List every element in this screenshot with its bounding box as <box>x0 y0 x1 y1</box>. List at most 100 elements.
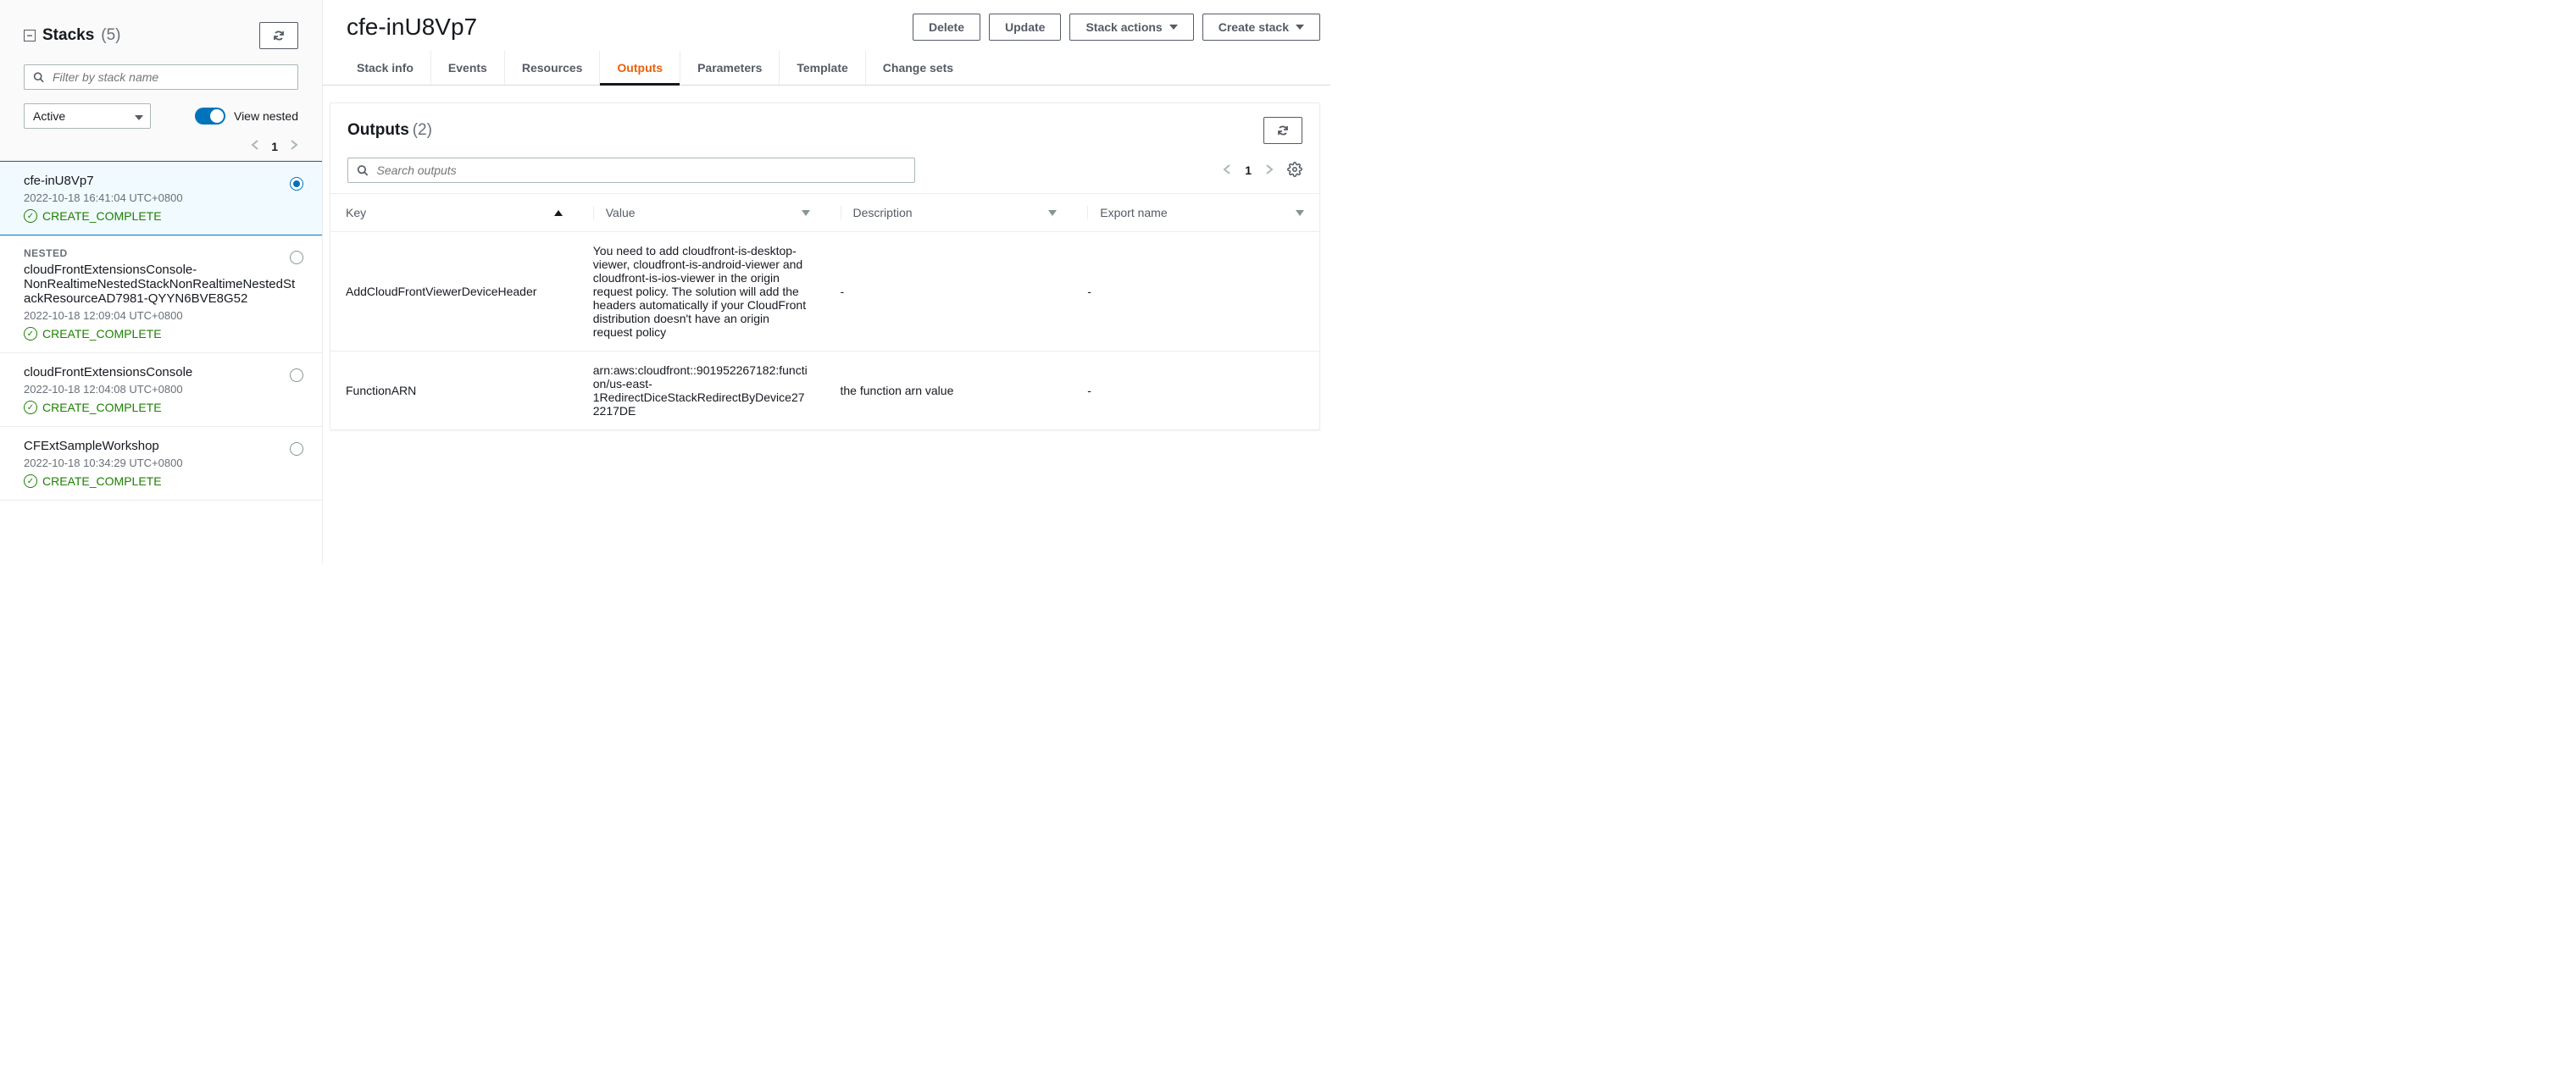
cell-export-name: - <box>1072 352 1319 430</box>
caret-down-icon <box>1169 25 1178 30</box>
stack-radio[interactable] <box>290 177 303 191</box>
tab-label: Events <box>448 61 487 75</box>
panel-filter-row: 1 <box>330 158 1319 193</box>
tab-template[interactable]: Template <box>779 51 864 85</box>
sidebar: − Stacks (5) Active View nested <box>0 0 323 563</box>
col-export-name[interactable]: Export name <box>1072 194 1319 232</box>
col-label: Key <box>346 206 366 219</box>
success-icon: ✓ <box>24 209 37 223</box>
search-icon <box>33 71 44 83</box>
pager-next-icon[interactable] <box>1265 163 1274 178</box>
cell-description: - <box>825 232 1073 352</box>
refresh-button[interactable] <box>259 22 298 49</box>
main: cfe-inU8Vp7 Delete Update Stack actions … <box>323 0 1330 563</box>
sidebar-controls-row: Active View nested <box>0 103 322 139</box>
stack-name: cloudFrontExtensionsConsole <box>24 365 298 379</box>
tab-label: Parameters <box>697 61 762 75</box>
cell-description: the function arn value <box>825 352 1073 430</box>
stack-time: 2022-10-18 12:09:04 UTC+0800 <box>24 309 298 322</box>
stack-status: ✓ CREATE_COMPLETE <box>24 474 298 488</box>
header-actions: Delete Update Stack actions Create stack <box>913 14 1320 41</box>
col-value[interactable]: Value <box>578 194 825 232</box>
sort-icon <box>1048 210 1057 216</box>
update-label: Update <box>1005 20 1045 34</box>
refresh-icon <box>272 29 286 42</box>
sidebar-filter-input[interactable] <box>53 70 289 84</box>
panel-title: Outputs <box>347 121 409 139</box>
create-stack-button[interactable]: Create stack <box>1202 14 1320 41</box>
sort-asc-icon <box>554 210 563 216</box>
stack-item[interactable]: cfe-inU8Vp7 2022-10-18 16:41:04 UTC+0800… <box>0 161 322 235</box>
caret-down-icon <box>135 109 143 123</box>
stack-actions-button[interactable]: Stack actions <box>1069 14 1193 41</box>
col-label: Description <box>853 206 913 219</box>
active-filter-label: Active <box>33 109 65 123</box>
stack-list: cfe-inU8Vp7 2022-10-18 16:41:04 UTC+0800… <box>0 160 322 563</box>
search-icon <box>357 164 369 176</box>
cell-key: AddCloudFrontViewerDeviceHeader <box>330 232 578 352</box>
toggle-thumb <box>210 109 224 123</box>
stack-status: ✓ CREATE_COMPLETE <box>24 327 298 341</box>
delete-label: Delete <box>929 20 964 34</box>
tab-outputs[interactable]: Outputs <box>599 51 680 85</box>
col-label: Value <box>606 206 636 219</box>
sidebar-count: (5) <box>101 26 120 45</box>
stack-status-text: CREATE_COMPLETE <box>42 327 162 341</box>
tab-label: Resources <box>522 61 583 75</box>
caret-down-icon <box>1296 25 1304 30</box>
pager-prev-icon[interactable] <box>1223 163 1231 178</box>
panel-page-number: 1 <box>1245 163 1252 177</box>
stack-status-text: CREATE_COMPLETE <box>42 474 162 488</box>
success-icon: ✓ <box>24 401 37 414</box>
view-nested-toggle-wrap: View nested <box>195 108 298 125</box>
active-filter-select[interactable]: Active <box>24 103 151 129</box>
pager-prev-icon[interactable] <box>251 139 259 153</box>
stack-item[interactable]: NESTED cloudFrontExtensionsConsole-NonRe… <box>0 235 322 353</box>
refresh-icon <box>1276 124 1290 137</box>
gear-icon[interactable] <box>1287 162 1302 180</box>
stack-name: cfe-inU8Vp7 <box>24 174 298 188</box>
page-title: cfe-inU8Vp7 <box>347 14 477 41</box>
stack-radio[interactable] <box>290 368 303 382</box>
stack-radio[interactable] <box>290 251 303 264</box>
tab-label: Stack info <box>357 61 414 75</box>
sidebar-title: Stacks <box>42 26 94 45</box>
cell-value: You need to add cloudfront-is-desktop-vi… <box>578 232 825 352</box>
sidebar-filter-row <box>0 64 322 103</box>
tab-change-sets[interactable]: Change sets <box>865 51 970 85</box>
stack-actions-label: Stack actions <box>1085 20 1162 34</box>
table-row: FunctionARN arn:aws:cloudfront::90195226… <box>330 352 1319 430</box>
panel-pager: 1 <box>1223 162 1302 180</box>
col-key[interactable]: Key <box>330 194 578 232</box>
table-row: AddCloudFrontViewerDeviceHeader You need… <box>330 232 1319 352</box>
main-header: cfe-inU8Vp7 Delete Update Stack actions … <box>323 0 1330 51</box>
cell-value: arn:aws:cloudfront::901952267182:functio… <box>578 352 825 430</box>
view-nested-toggle[interactable] <box>195 108 225 125</box>
outputs-search-input[interactable] <box>377 163 907 177</box>
stack-radio[interactable] <box>290 442 303 456</box>
tab-resources[interactable]: Resources <box>504 51 600 85</box>
success-icon: ✓ <box>24 474 37 488</box>
tab-parameters[interactable]: Parameters <box>680 51 779 85</box>
tabs: Stack info Events Resources Outputs Para… <box>323 51 1330 86</box>
col-description[interactable]: Description <box>825 194 1073 232</box>
sidebar-page-number: 1 <box>271 140 278 153</box>
collapse-icon[interactable]: − <box>24 30 36 42</box>
update-button[interactable]: Update <box>989 14 1061 41</box>
tab-stack-info[interactable]: Stack info <box>340 51 430 85</box>
outputs-search-wrap[interactable] <box>347 158 915 183</box>
stack-time: 2022-10-18 16:41:04 UTC+0800 <box>24 191 298 204</box>
sidebar-title-wrap: − Stacks (5) <box>24 26 121 45</box>
delete-button[interactable]: Delete <box>913 14 980 41</box>
tab-events[interactable]: Events <box>430 51 504 85</box>
pager-next-icon[interactable] <box>290 139 298 153</box>
panel-refresh-button[interactable] <box>1263 117 1302 144</box>
tab-label: Change sets <box>883 61 953 75</box>
stack-item[interactable]: cloudFrontExtensionsConsole 2022-10-18 1… <box>0 353 322 427</box>
sidebar-filter-input-wrap[interactable] <box>24 64 298 90</box>
tab-label: Outputs <box>617 61 663 75</box>
stack-name: CFExtSampleWorkshop <box>24 439 298 453</box>
stack-item[interactable]: CFExtSampleWorkshop 2022-10-18 10:34:29 … <box>0 427 322 501</box>
sidebar-header: − Stacks (5) <box>0 7 322 64</box>
panel-header: Outputs (2) <box>330 103 1319 158</box>
